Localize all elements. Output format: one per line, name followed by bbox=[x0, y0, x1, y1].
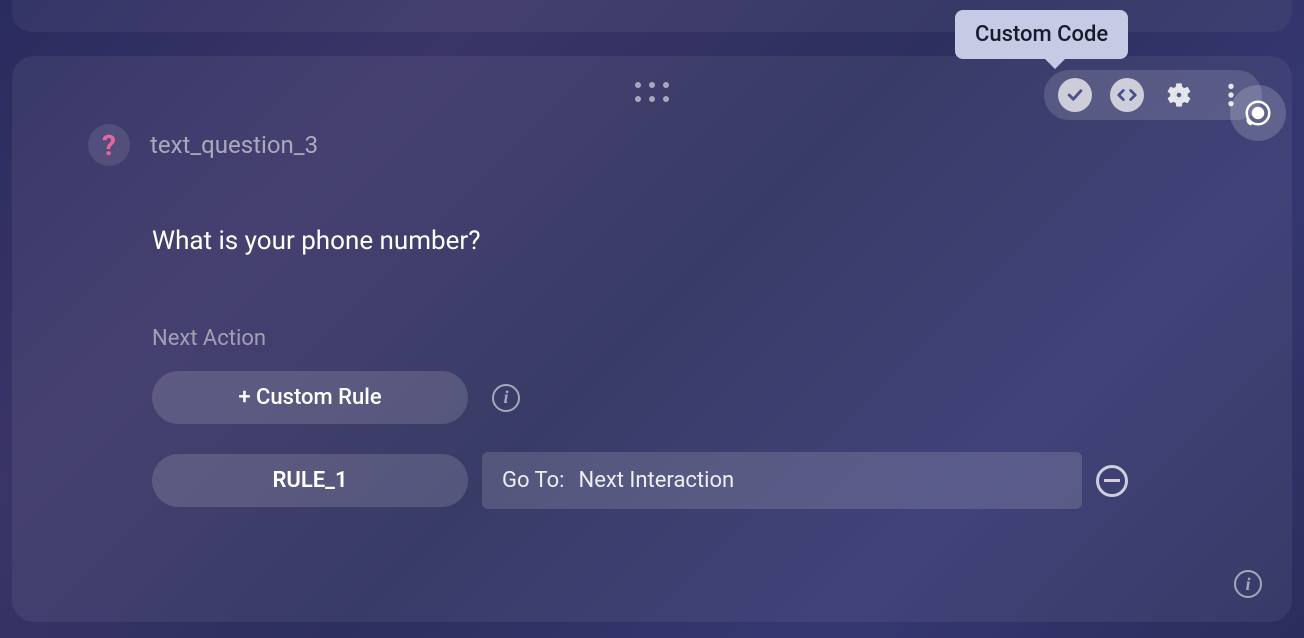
info-icon: i bbox=[1234, 570, 1262, 598]
info-icon[interactable]: i bbox=[492, 384, 520, 412]
rule-row: RULE_1 Go To: Next Interaction bbox=[152, 452, 1252, 509]
settings-button[interactable] bbox=[1162, 78, 1196, 112]
gear-icon bbox=[1165, 81, 1193, 109]
minus-icon bbox=[1104, 479, 1120, 482]
check-icon bbox=[1065, 85, 1085, 105]
custom-rule-row: + Custom Rule i bbox=[152, 371, 1252, 424]
card-title[interactable]: text_question_3 bbox=[150, 131, 318, 159]
next-action-label: Next Action bbox=[152, 326, 1252, 351]
code-icon bbox=[1116, 84, 1138, 106]
card-info-button[interactable]: i bbox=[1234, 570, 1262, 598]
drag-handle-icon[interactable] bbox=[635, 82, 669, 102]
support-chat-button[interactable] bbox=[1230, 85, 1286, 141]
remove-rule-button[interactable] bbox=[1096, 465, 1128, 497]
chat-headset-icon bbox=[1243, 98, 1273, 128]
question-card: ? text_question_3 What is your phone num… bbox=[12, 56, 1292, 622]
goto-select[interactable]: Go To: Next Interaction bbox=[482, 452, 1082, 509]
custom-code-tooltip: Custom Code bbox=[955, 10, 1128, 59]
tooltip-label: Custom Code bbox=[975, 22, 1108, 47]
question-mark-glyph: ? bbox=[102, 129, 116, 162]
custom-code-button[interactable] bbox=[1110, 78, 1144, 112]
question-type-icon: ? bbox=[88, 124, 130, 166]
question-text[interactable]: What is your phone number? bbox=[152, 226, 1252, 256]
goto-label: Go To: bbox=[502, 468, 565, 493]
goto-value: Next Interaction bbox=[579, 468, 735, 493]
card-header: ? text_question_3 bbox=[88, 124, 1252, 166]
add-custom-rule-button[interactable]: + Custom Rule bbox=[152, 371, 468, 424]
validate-button[interactable] bbox=[1058, 78, 1092, 112]
rule-name-button[interactable]: RULE_1 bbox=[152, 454, 468, 507]
